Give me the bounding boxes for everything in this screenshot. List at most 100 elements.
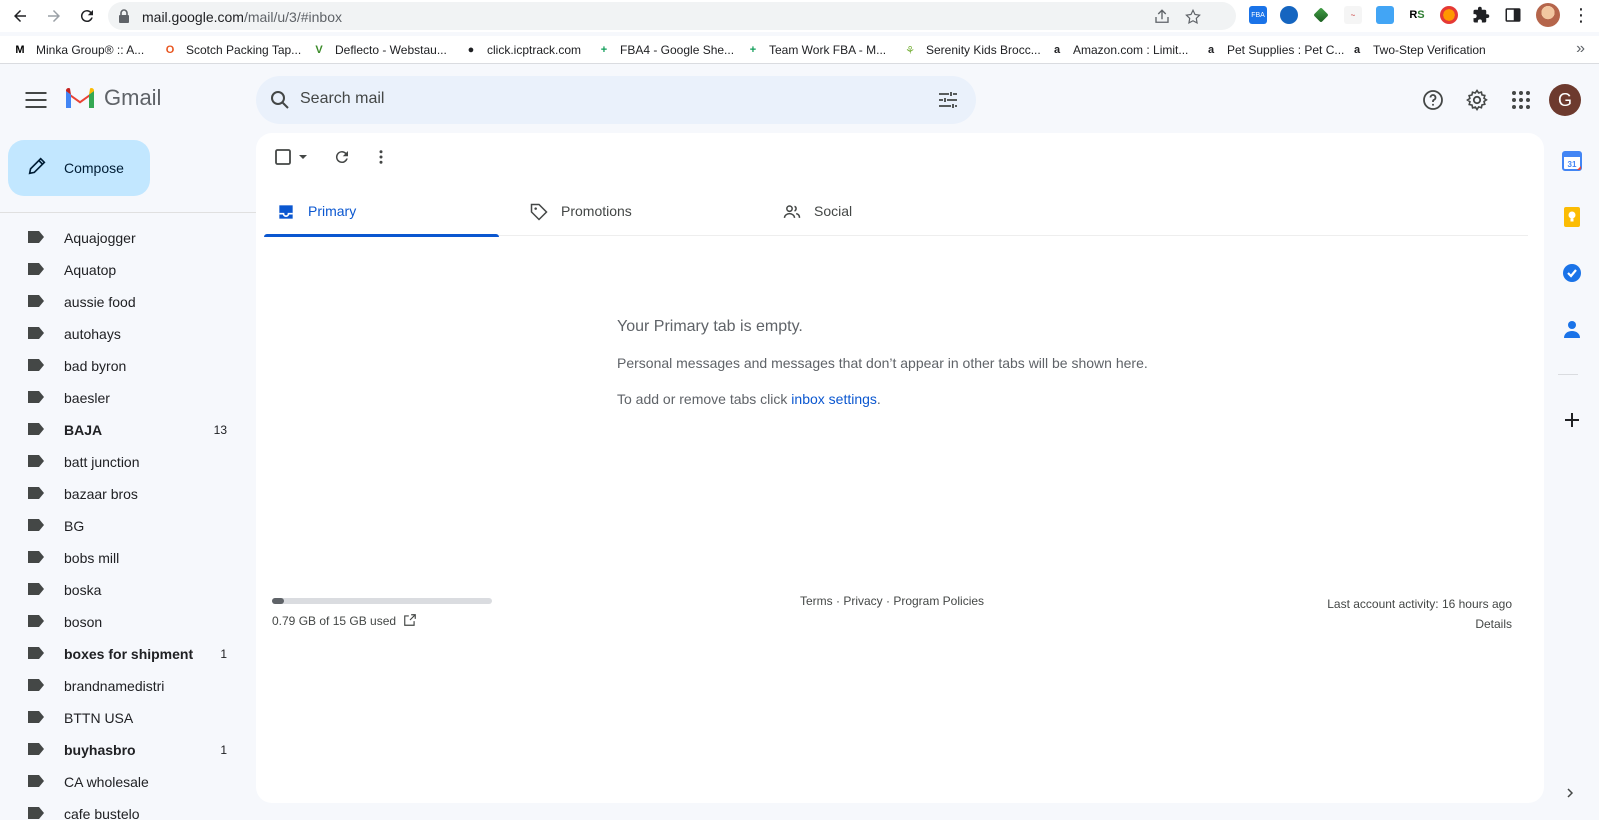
label-name: BTTN USA [64,710,134,726]
bookmark-item[interactable]: ⚘ Serenity Kids Brocc... [902,40,1041,60]
sidebar-label-item[interactable]: boska [0,573,256,605]
search-input[interactable]: Search mail [300,90,384,108]
pencil-icon [26,155,48,182]
address-bar[interactable]: mail.google.com/mail/u/3/#inbox [108,2,1236,30]
sidebar-label-item[interactable]: brandnamedistri [0,669,256,701]
apps-grid-icon[interactable] [1509,88,1533,112]
label-name: boson [64,614,103,630]
sidebar-label-item[interactable]: boson [0,605,256,637]
last-activity-text: Last account activity: 16 hours ago [1327,597,1512,611]
sidebar-label-item[interactable]: bad byron [0,349,256,381]
label-icon [27,358,45,377]
select-all-checkbox[interactable] [274,147,310,167]
sidebar-label-item[interactable]: bobs mill [0,541,256,573]
details-link[interactable]: Details [1327,614,1512,634]
sidebar-label-item[interactable]: boxes for shipment 1 [0,637,256,669]
label-name: autohays [64,326,121,342]
more-bookmarks-button[interactable]: » [1576,40,1585,58]
bookmark-item[interactable]: O Scotch Packing Tap... [162,40,301,60]
gmail-m-icon [66,88,94,108]
main-menu-button[interactable] [22,86,50,114]
extension-blue-icon[interactable] [1280,6,1298,24]
tasks-icon[interactable] [1560,261,1584,285]
sidepanel-icon[interactable] [1504,6,1522,24]
sidebar-label-item[interactable]: aussie food [0,285,256,317]
tab-label: Social [814,203,853,219]
label-name: Aquajogger [64,230,136,246]
fba-extension-icon[interactable]: FBA [1249,6,1267,24]
forward-button[interactable] [42,4,66,28]
sidebar-label-item[interactable]: autohays [0,317,256,349]
gear-icon[interactable] [1465,88,1489,112]
tab-promotions[interactable]: Promotions [517,188,752,236]
puzzle-icon[interactable] [1472,6,1490,24]
bookmark-item[interactable]: + Team Work FBA - M... [745,40,886,60]
bookmark-item[interactable]: ● click.icptrack.com [463,40,581,60]
sidebar-label-item[interactable]: buyhasbro 1 [0,733,256,765]
bookmark-item[interactable]: M Minka Group® :: A... [12,40,144,60]
label-name: bad byron [64,358,127,374]
open-in-new-icon[interactable] [403,613,417,632]
reload-button[interactable] [75,4,99,28]
sidebar-label-item[interactable]: BAJA 13 [0,413,256,445]
extension-green-icon[interactable] [1313,7,1329,23]
kebab-menu-icon[interactable]: ⋮ [1572,6,1590,24]
label-unread-count: 1 [220,743,227,757]
bookmark-item[interactable]: + FBA4 - Google She... [596,40,734,60]
sidebar-label-item[interactable]: batt junction [0,445,256,477]
back-button[interactable] [8,4,32,28]
inbox-settings-link[interactable]: inbox settings [791,391,877,407]
star-icon[interactable] [1184,8,1202,26]
label-icon [27,422,45,441]
amazon-icon: a [1353,44,1361,56]
sidebar-label-item[interactable]: bazaar bros [0,477,256,509]
add-addon-icon[interactable] [1560,408,1584,432]
url-text: mail.google.com/mail/u/3/#inbox [142,9,342,25]
calendar-icon[interactable]: 31 [1560,149,1584,173]
extension-red-icon[interactable]: ~ [1344,6,1362,24]
share-icon[interactable] [1153,8,1171,26]
label-icon [27,646,45,665]
sidebar-label-item[interactable]: baesler [0,381,256,413]
hamburger-icon [25,91,47,109]
bookmark-label: Amazon.com : Limit... [1073,43,1189,57]
sidebar-label-item[interactable]: Aquatop [0,253,256,285]
sidebar-label-item[interactable]: BG [0,509,256,541]
tab-social[interactable]: Social [770,188,1005,236]
empty-state: Your Primary tab is empty. Personal mess… [617,318,1237,407]
contacts-icon[interactable] [1560,317,1584,341]
bookmark-item[interactable]: a Two-Step Verification [1349,40,1486,60]
keep-icon[interactable] [1560,205,1584,229]
bookmark-item[interactable]: V Deflecto - Webstau... [311,40,447,60]
sidebar-label-item[interactable]: CA wholesale [0,765,256,797]
search-icon[interactable] [268,88,292,117]
more-actions-button[interactable] [372,147,390,167]
tab-primary[interactable]: Primary [264,188,499,237]
extension-orange-icon[interactable] [1440,6,1458,24]
refresh-button[interactable] [333,147,351,167]
search-bar[interactable]: Search mail [256,76,976,124]
browser-profile-avatar[interactable] [1536,3,1560,27]
chevron-right-icon[interactable] [1562,785,1586,809]
sidebar-label-item[interactable]: Aquajogger [0,221,256,253]
serenity-icon: ⚘ [905,44,915,57]
bookmark-item[interactable]: a Pet Supplies : Pet C... [1203,40,1344,60]
caret-down-icon[interactable] [296,150,310,164]
label-name: BG [64,518,85,534]
gmail-logo[interactable]: Gmail [64,85,161,111]
bookmark-label: click.icptrack.com [487,43,582,57]
account-avatar[interactable]: G [1549,84,1581,116]
empty-hint-suffix: . [876,391,881,407]
search-options-icon[interactable] [936,88,960,117]
compose-button[interactable]: Compose [8,140,150,196]
footer-links[interactable]: Terms · Privacy · Program Policies [800,594,984,608]
help-icon[interactable] [1421,88,1445,112]
bookmark-item[interactable]: a Amazon.com : Limit... [1049,40,1188,60]
label-icon [27,806,45,820]
sidebar-label-item[interactable]: cafe bustelo [0,797,256,820]
label-name: CA wholesale [64,774,149,790]
rs-extension-icon[interactable]: RS [1408,6,1426,24]
sidebar-label-item[interactable]: BTTN USA [0,701,256,733]
extension-lightblue-icon[interactable] [1376,6,1394,24]
label-icon [27,678,45,697]
